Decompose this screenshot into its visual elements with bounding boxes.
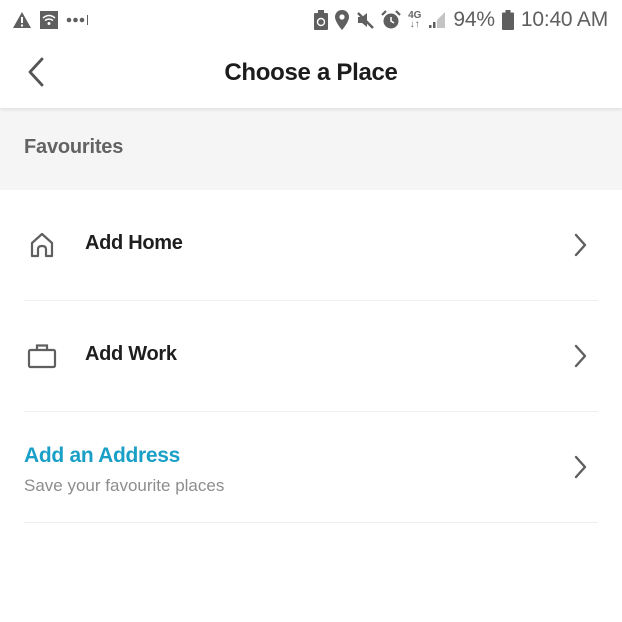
chevron-right-icon (570, 343, 590, 369)
alarm-icon (381, 10, 401, 30)
battery-saver-icon (314, 10, 329, 30)
more-dots-icon (66, 14, 90, 26)
data-arrows: ↓↑ (409, 19, 420, 30)
network-4g-icon: 4G ↓↑ (408, 11, 421, 30)
wifi-icon (40, 11, 58, 29)
status-right: 4G ↓↑ 94% 10:40 AM (314, 8, 608, 32)
location-icon (335, 10, 350, 30)
divider (24, 522, 598, 523)
chevron-right-icon (570, 454, 590, 480)
battery-percent: 94% (453, 8, 495, 31)
battery-icon (501, 10, 514, 30)
add-work-item[interactable]: Add Work (0, 301, 622, 412)
add-work-label: Add Work (85, 343, 177, 365)
add-address-item[interactable]: Add an Address Save your favourite place… (0, 412, 622, 523)
app-header: Choose a Place (0, 40, 622, 108)
status-left (12, 11, 90, 29)
mute-icon (356, 11, 374, 29)
chevron-right-icon (570, 232, 590, 258)
add-address-label: Add an Address (24, 444, 181, 467)
add-address-sublabel: Save your favourite places (24, 476, 225, 495)
page-title: Choose a Place (224, 59, 398, 86)
favourites-list: Add Home Add Work Add an Address Save yo… (0, 190, 622, 523)
section-title: Favourites (24, 136, 124, 158)
add-home-label: Add Home (85, 232, 183, 254)
briefcase-icon (27, 341, 57, 371)
signal-icon (428, 11, 446, 29)
home-icon (27, 230, 57, 260)
clock: 10:40 AM (520, 8, 608, 31)
status-bar: 4G ↓↑ 94% 10:40 AM (0, 0, 622, 40)
warning-icon (12, 11, 32, 29)
favourites-section-header: Favourites (0, 108, 622, 190)
add-home-item[interactable]: Add Home (0, 190, 622, 301)
